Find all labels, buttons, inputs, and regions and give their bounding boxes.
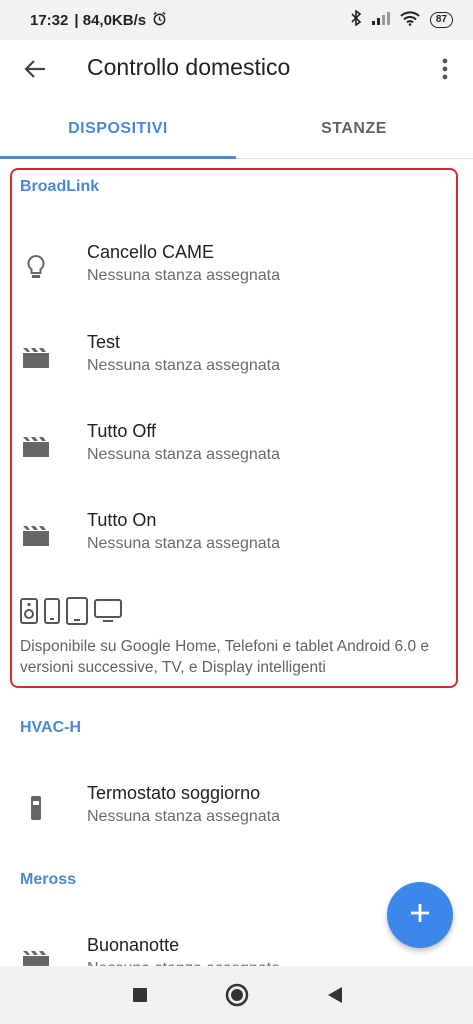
availability-text: Disponibile su Google Home, Telefoni e t… [20, 638, 430, 676]
lightbulb-icon [22, 254, 50, 282]
thermostat-icon [22, 795, 50, 823]
section-header-meross: Meross [20, 871, 77, 888]
tablet-icon [66, 597, 88, 630]
device-subtitle: Nessuna stanza assegnata [87, 357, 281, 374]
tv-icon [94, 599, 122, 628]
device-subtitle: Nessuna stanza assegnata [87, 535, 281, 552]
device-row[interactable]: Test Nessuna stanza assegnata [0, 326, 473, 396]
more-vert-icon[interactable] [435, 54, 455, 84]
device-row[interactable]: Tutto On Nessuna stanza assegnata [0, 504, 473, 574]
tab-indicator [0, 156, 236, 159]
add-icon [409, 902, 431, 929]
alarm-icon [152, 11, 167, 30]
recents-square-icon[interactable] [125, 980, 155, 1010]
device-row[interactable]: Tutto Off Nessuna stanza assegnata [0, 415, 473, 485]
signal-icon [371, 11, 390, 29]
device-name: Test [87, 332, 121, 352]
device-name: Tutto Off [87, 421, 157, 441]
wifi-icon [400, 10, 420, 30]
section-header-broadlink: BroadLink [20, 178, 100, 195]
availability-icons [20, 597, 122, 630]
device-name: Buonanotte [87, 935, 180, 955]
speaker-icon [20, 598, 38, 629]
bluetooth-icon [350, 9, 362, 30]
app-bar: Controllo domestico [0, 40, 473, 98]
device-row[interactable]: Termostato soggiorno Nessuna stanza asse… [0, 777, 473, 847]
device-name: Cancello CAME [87, 242, 215, 262]
scene-icon [22, 522, 50, 550]
system-nav-bar [0, 966, 473, 1024]
back-triangle-icon[interactable] [320, 980, 350, 1010]
device-row[interactable]: Cancello CAME Nessuna stanza assegnata [0, 236, 473, 306]
status-net-speed: | 84,0KB/s [74, 11, 147, 29]
device-name: Termostato soggiorno [87, 783, 261, 803]
home-circle-icon[interactable] [222, 980, 252, 1010]
tab-stanze[interactable]: STANZE [236, 100, 472, 158]
status-time: 17:32 [30, 11, 69, 29]
battery-icon: 87 [429, 12, 453, 28]
phone-icon [44, 598, 60, 629]
scene-icon [22, 433, 50, 461]
scene-icon [22, 344, 50, 372]
page-title: Controllo domestico [87, 54, 291, 80]
tab-bar: DISPOSITIVI STANZE [0, 100, 473, 159]
section-header-hvac: HVAC-H [20, 719, 82, 736]
status-bar: 17:32 | 84,0KB/s 87 [0, 0, 473, 40]
device-subtitle: Nessuna stanza assegnata [87, 446, 281, 463]
device-subtitle: Nessuna stanza assegnata [87, 267, 281, 284]
back-arrow-icon[interactable] [20, 54, 50, 84]
add-device-button[interactable] [387, 882, 453, 948]
tab-dispositivi[interactable]: DISPOSITIVI [0, 100, 236, 158]
device-name: Tutto On [87, 510, 157, 530]
device-subtitle: Nessuna stanza assegnata [87, 808, 281, 825]
